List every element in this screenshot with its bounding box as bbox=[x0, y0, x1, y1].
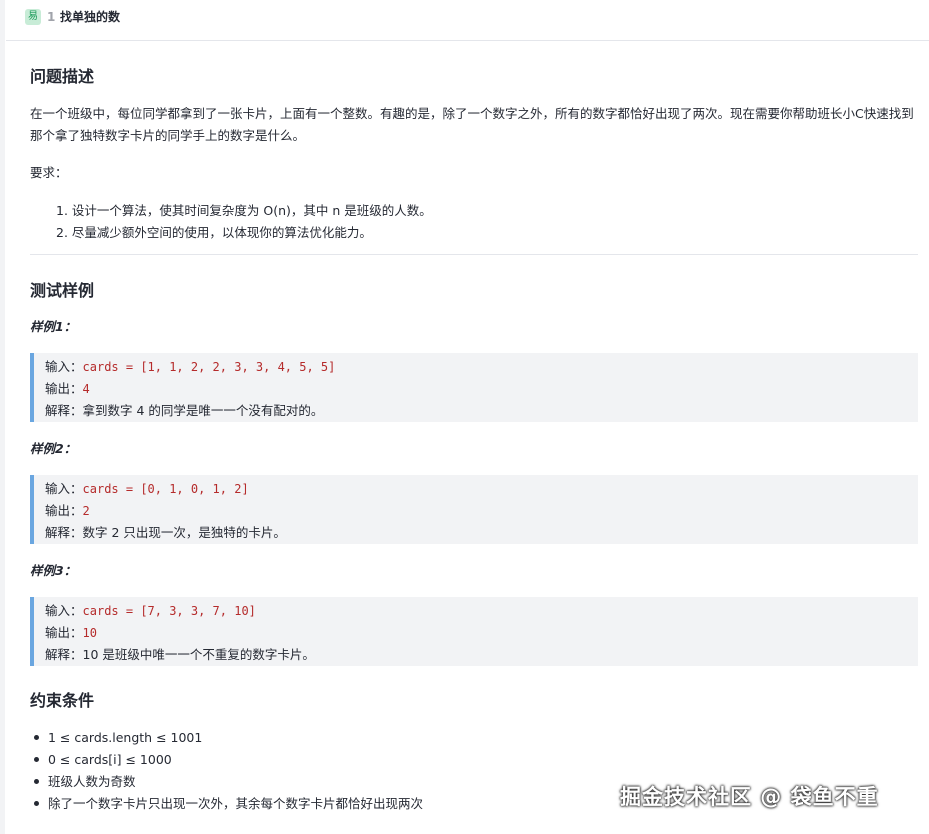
question-title: 找单独的数 bbox=[60, 10, 121, 24]
example-title: 样例2： bbox=[30, 441, 77, 456]
input-label: 输入： bbox=[45, 359, 83, 374]
constraint-item: 班级人数为奇数 bbox=[34, 771, 136, 793]
example-block: 输入：cards = [7, 3, 3, 7, 10] 输出：10 解释：10 … bbox=[30, 597, 918, 666]
output-label: 输出： bbox=[45, 503, 83, 518]
example-input-line: 输入：cards = [0, 1, 0, 1, 2] bbox=[45, 478, 249, 500]
output-label: 输出： bbox=[45, 625, 83, 640]
output-code: 10 bbox=[82, 626, 97, 640]
constraint-item: 0 ≤ cards[i] ≤ 1000 bbox=[34, 749, 172, 771]
difficulty-badge: 易 bbox=[25, 9, 41, 25]
constraint-text: 0 ≤ cards[i] ≤ 1000 bbox=[48, 752, 172, 767]
output-label: 输出： bbox=[45, 381, 83, 396]
question-number: 1 bbox=[47, 10, 56, 24]
bullet-icon bbox=[34, 735, 39, 740]
input-label: 输入： bbox=[45, 481, 83, 496]
example-title: 样例3： bbox=[30, 563, 77, 578]
example-block: 输入：cards = [0, 1, 0, 1, 2] 输出：2 解释：数字 2 … bbox=[30, 475, 918, 544]
requirement-item: 1. 设计一个算法，使其时间复杂度为 O(n)，其中 n 是班级的人数。 bbox=[56, 203, 432, 218]
explain-text: 拿到数字 4 的同学是唯一一个没有配对的。 bbox=[82, 403, 324, 418]
constraint-item: 除了一个数字卡片只出现一次外，其余每个数字卡片都恰好出现两次 bbox=[34, 793, 424, 815]
section-divider bbox=[30, 254, 918, 255]
example-title: 样例1： bbox=[30, 319, 77, 334]
constraints-heading: 约束条件 bbox=[30, 691, 95, 710]
description-heading: 问题描述 bbox=[30, 67, 95, 86]
constraint-text: 1 ≤ cards.length ≤ 1001 bbox=[48, 730, 203, 745]
constraint-text: 班级人数为奇数 bbox=[48, 774, 136, 789]
output-code: 4 bbox=[82, 382, 90, 396]
input-code: cards = [7, 3, 3, 7, 10] bbox=[82, 604, 256, 618]
watermark: 掘金技术社区 @ 袋鱼不重 bbox=[620, 785, 879, 809]
explain-label: 解释： bbox=[45, 647, 83, 662]
example-input-line: 输入：cards = [7, 3, 3, 7, 10] bbox=[45, 600, 256, 622]
question-header: 易 1 找单独的数 bbox=[6, 0, 929, 41]
explain-label: 解释： bbox=[45, 525, 83, 540]
bullet-icon bbox=[34, 779, 39, 784]
example-output-line: 输出：10 bbox=[45, 622, 97, 644]
example-input-line: 输入：cards = [1, 1, 2, 2, 3, 3, 4, 5, 5] bbox=[45, 356, 335, 378]
example-output-line: 输出：2 bbox=[45, 500, 90, 522]
requirements-label: 要求： bbox=[30, 165, 68, 180]
explain-text: 数字 2 只出现一次，是独特的卡片。 bbox=[82, 525, 286, 540]
bullet-icon bbox=[34, 757, 39, 762]
description-text: 在一个班级中，每位同学都拿到了一张卡片，上面有一个整数。有趣的是，除了一个数字之… bbox=[30, 106, 914, 143]
example-explain-line: 解释：拿到数字 4 的同学是唯一一个没有配对的。 bbox=[45, 400, 323, 422]
example-explain-line: 解释：数字 2 只出现一次，是独特的卡片。 bbox=[45, 522, 286, 544]
requirement-item: 2. 尽量减少额外空间的使用，以体现你的算法优化能力。 bbox=[56, 225, 372, 240]
left-edge-strip bbox=[0, 0, 5, 834]
constraint-text: 除了一个数字卡片只出现一次外，其余每个数字卡片都恰好出现两次 bbox=[48, 796, 424, 811]
input-label: 输入： bbox=[45, 603, 83, 618]
explain-label: 解释： bbox=[45, 403, 83, 418]
example-explain-line: 解释：10 是班级中唯一一个不重复的数字卡片。 bbox=[45, 644, 315, 666]
example-block: 输入：cards = [1, 1, 2, 2, 3, 3, 4, 5, 5] 输… bbox=[30, 353, 918, 422]
input-code: cards = [0, 1, 0, 1, 2] bbox=[82, 482, 249, 496]
constraint-item: 1 ≤ cards.length ≤ 1001 bbox=[34, 727, 203, 749]
input-code: cards = [1, 1, 2, 2, 3, 3, 4, 5, 5] bbox=[82, 360, 336, 374]
explain-text: 10 是班级中唯一一个不重复的数字卡片。 bbox=[82, 647, 315, 662]
example-output-line: 输出：4 bbox=[45, 378, 90, 400]
bullet-icon bbox=[34, 801, 39, 806]
output-code: 2 bbox=[82, 504, 90, 518]
examples-heading: 测试样例 bbox=[30, 281, 95, 300]
